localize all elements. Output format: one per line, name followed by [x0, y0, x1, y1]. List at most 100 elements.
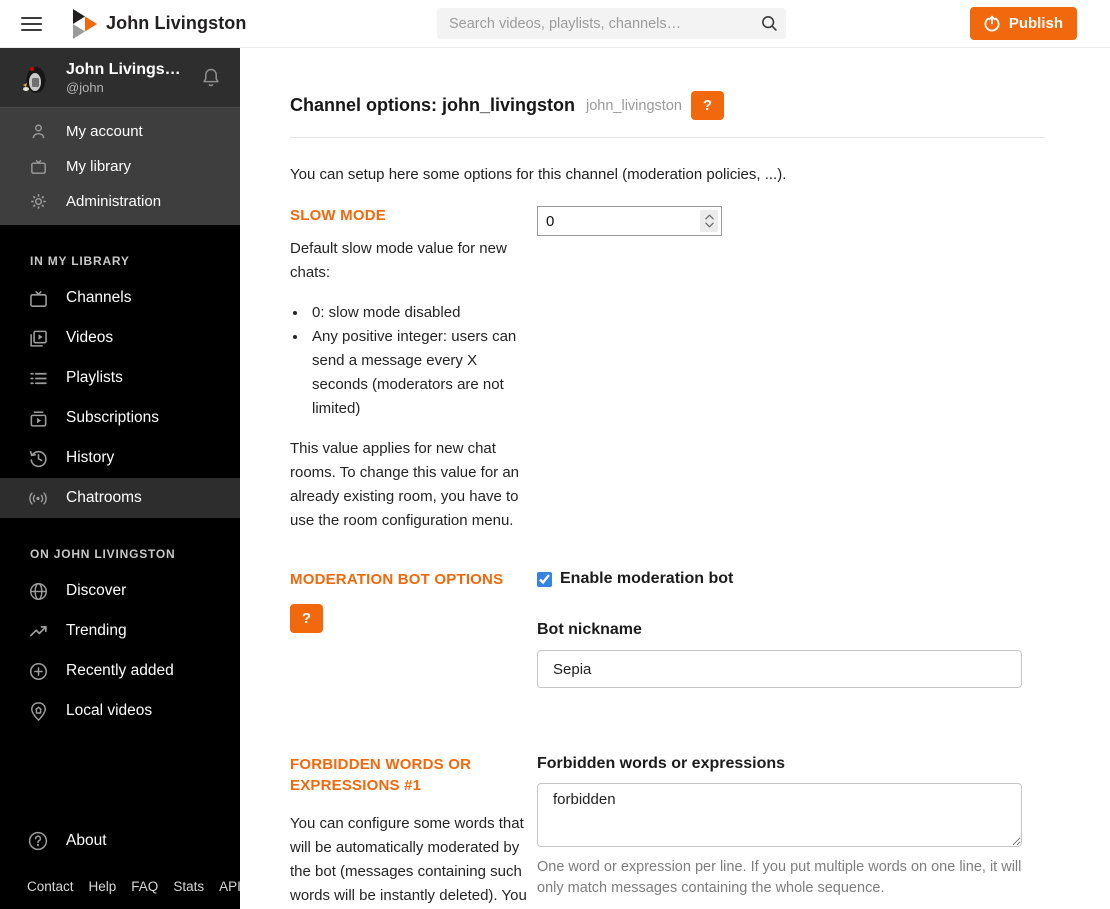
- slow-mode-note: This value applies for new chat rooms. T…: [290, 440, 520, 530]
- sidebar-item-administration[interactable]: Administration: [0, 184, 240, 219]
- search-icon[interactable]: [752, 14, 786, 33]
- slow-mode-label: SLOW MODE: [290, 207, 386, 224]
- instance-home-link[interactable]: John Livingston: [72, 8, 247, 39]
- broadcast-icon: [27, 488, 49, 509]
- slow-mode-description: Default slow mode value for new chats:: [290, 240, 507, 282]
- sidebar-item-label: About: [66, 832, 107, 849]
- sidebar-item-my-library[interactable]: My library: [0, 149, 240, 184]
- sidebar-footer-links: Contact Help FAQ Stats API: [0, 861, 241, 909]
- menu-toggle-button[interactable]: [8, 0, 54, 48]
- sidebar-item-label: My account: [66, 123, 143, 140]
- sidebar-item-label: Administration: [66, 193, 162, 210]
- sidebar-item-label: My library: [66, 158, 132, 175]
- page-header: Channel options: john_livingston john_li…: [290, 91, 1045, 120]
- main-content: Channel options: john_livingston john_li…: [240, 48, 1110, 909]
- search-box: [437, 8, 786, 39]
- sidebar-item-label: Discover: [66, 582, 127, 599]
- user-handle: @john: [66, 80, 104, 95]
- peertube-logo-icon: [72, 8, 97, 39]
- sidebar-item-label: Subscriptions: [66, 409, 160, 426]
- subscriptions-icon: [27, 408, 49, 429]
- footer-link-help[interactable]: Help: [89, 879, 117, 894]
- intro-text: You can setup here some options for this…: [290, 166, 787, 183]
- sidebar-item-label: Local videos: [66, 702, 153, 719]
- forbidden-words-section: FORBIDDEN WORDS OR EXPRESSIONS #1 You ca…: [290, 755, 1045, 909]
- publish-label: Publish: [1008, 15, 1063, 32]
- bot-nickname-label: Bot nickname: [537, 621, 642, 639]
- user-block[interactable]: John Livings… @john: [0, 48, 240, 108]
- gear-icon: [27, 192, 49, 211]
- sidebar-item-chatrooms[interactable]: Chatrooms: [0, 478, 240, 518]
- history-clock-icon: [27, 448, 49, 469]
- sidebar-item-history[interactable]: History: [0, 438, 240, 478]
- divider: [290, 137, 1045, 138]
- moderation-bot-label: MODERATION BOT OPTIONS: [290, 571, 504, 589]
- video-play-icon: [27, 328, 49, 349]
- sidebar-item-about[interactable]: About: [0, 821, 240, 861]
- sidebar-item-videos[interactable]: Videos: [0, 318, 240, 358]
- notifications-bell-icon[interactable]: [196, 62, 226, 94]
- top-bar: John Livingston Publish: [0, 0, 1110, 48]
- playlist-icon: [27, 368, 49, 389]
- globe-icon: [27, 581, 49, 602]
- question-circle-icon: [27, 830, 49, 852]
- forbidden-words-description: You can configure some words that will b…: [290, 814, 527, 904]
- footer-link-api[interactable]: API: [219, 879, 241, 894]
- sidebar-item-label: Chatrooms: [66, 489, 142, 506]
- sidebar-item-label: Recently added: [66, 662, 174, 679]
- footer-link-contact[interactable]: Contact: [27, 879, 74, 894]
- enable-bot-row: Enable moderation bot: [537, 570, 1022, 588]
- sidebar-item-playlists[interactable]: Playlists: [0, 358, 240, 398]
- sidebar-item-discover[interactable]: Discover: [0, 571, 240, 611]
- upload-icon: [982, 14, 1002, 34]
- publish-button[interactable]: Publish: [969, 7, 1077, 40]
- sidebar-item-label: Playlists: [66, 369, 123, 386]
- trending-up-icon: [27, 621, 49, 642]
- search-input[interactable]: [437, 8, 752, 39]
- sidebar-item-label: Trending: [66, 622, 127, 639]
- slow-mode-input-wrap: [537, 206, 722, 236]
- footer-link-faq[interactable]: FAQ: [131, 879, 158, 894]
- section-title-on-instance: ON JOHN LIVINGSTON: [30, 547, 176, 561]
- sidebar-item-trending[interactable]: Trending: [0, 611, 240, 651]
- slow-mode-input[interactable]: [537, 206, 722, 236]
- bot-nickname-input[interactable]: [537, 650, 1022, 689]
- forbidden-words-field-label: Forbidden words or expressions: [537, 755, 786, 773]
- footer-link-stats[interactable]: Stats: [173, 879, 204, 894]
- forbidden-words-textarea[interactable]: forbidden: [537, 783, 1022, 848]
- user-display-name: John Livings…: [66, 61, 181, 78]
- sidebar: John Livings… @john My account My librar…: [0, 48, 241, 909]
- channel-name: john_livingston: [442, 95, 576, 115]
- plus-circle-icon: [27, 661, 49, 682]
- tv-icon: [27, 157, 49, 176]
- bullet-item: Any positive integer: users can send a m…: [308, 325, 537, 421]
- sidebar-item-my-account[interactable]: My account: [0, 114, 240, 149]
- slow-mode-bullets: 0: slow mode disabled Any positive integ…: [290, 301, 537, 421]
- channel-name-muted: john_livingston: [586, 97, 682, 114]
- home-pin-icon: [27, 701, 49, 722]
- user-icon: [27, 122, 49, 141]
- instance-title: John Livingston: [106, 13, 247, 33]
- slow-mode-section: SLOW MODE Default slow mode value for ne…: [290, 206, 1045, 533]
- sidebar-item-subscriptions[interactable]: Subscriptions: [0, 398, 240, 438]
- forbidden-words-help: One word or expression per line. If you …: [537, 859, 1022, 897]
- enable-moderation-bot-label[interactable]: Enable moderation bot: [560, 570, 733, 588]
- account-menu: My account My library Administration: [0, 108, 240, 225]
- moderation-bot-section: MODERATION BOT OPTIONS ? Enable moderati…: [290, 570, 1045, 689]
- section-title-in-my-library: IN MY LIBRARY: [30, 254, 130, 268]
- forbidden-words-label: FORBIDDEN WORDS OR EXPRESSIONS #1: [290, 756, 472, 794]
- tv-icon: [27, 288, 49, 309]
- moderation-bot-help-button[interactable]: ?: [290, 603, 323, 633]
- page-title: Channel options: john_livingston: [290, 95, 576, 115]
- sidebar-item-label: Channels: [66, 289, 132, 306]
- sidebar-item-label: Videos: [66, 329, 114, 346]
- sidebar-item-channels[interactable]: Channels: [0, 278, 240, 318]
- enable-moderation-bot-checkbox[interactable]: [537, 571, 552, 587]
- sidebar-item-local-videos[interactable]: Local videos: [0, 691, 240, 731]
- number-stepper[interactable]: [700, 210, 718, 232]
- channel-help-button[interactable]: ?: [690, 91, 724, 120]
- sidebar-item-recently-added[interactable]: Recently added: [0, 651, 240, 691]
- bullet-item: 0: slow mode disabled: [308, 301, 537, 325]
- avatar: [18, 61, 52, 95]
- sidebar-item-label: History: [66, 449, 115, 466]
